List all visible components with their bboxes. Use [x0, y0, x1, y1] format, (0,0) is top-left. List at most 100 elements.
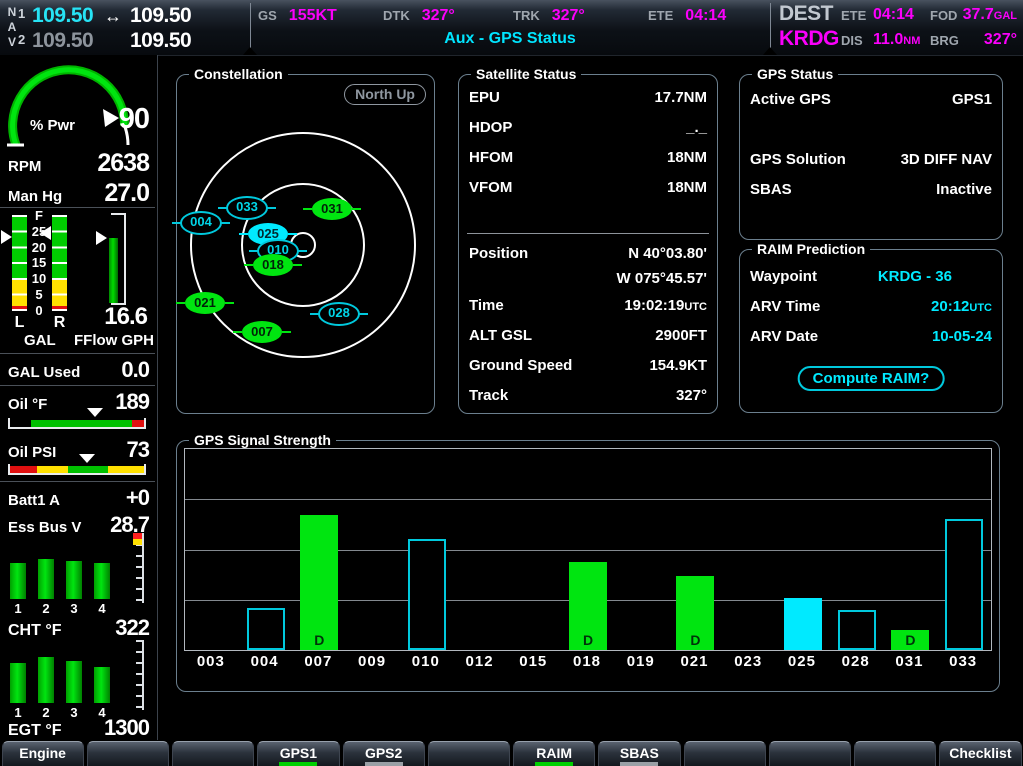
nav-label: N A V [6, 5, 18, 50]
dest-row-2: KRDG DIS 11.0NM BRG 327° [775, 27, 1021, 51]
divider [0, 385, 155, 386]
signal-bar-007: D [300, 515, 338, 650]
cht-value: 322 [115, 615, 149, 641]
north-up-indicator: North Up [344, 84, 426, 105]
hfom-row: HFOM 18NM [469, 149, 707, 166]
rpm-value: 2638 [97, 149, 149, 178]
altitude-label: ALT GSL [469, 327, 532, 344]
signal-x-label-009: 009 [345, 653, 399, 670]
dest-ete-label: ETE [841, 8, 866, 23]
satellite-pill-031: 031 [312, 198, 352, 220]
softkey-blank[interactable] [854, 741, 936, 766]
diff-corrected-label: D [891, 632, 929, 648]
position-label: Position [469, 245, 528, 262]
signal-bar-021: D [676, 576, 714, 650]
divider [467, 233, 709, 234]
nav-letter: V [6, 35, 18, 50]
softkey-blank[interactable] [172, 741, 254, 766]
page-title: Aux - GPS Status [250, 30, 770, 48]
cht-cylinder-number: 2 [38, 601, 54, 616]
nav-letter: A [6, 20, 18, 35]
dtk-label: DTK [383, 8, 410, 23]
diff-corrected-label: D [569, 632, 607, 648]
softkey-blank[interactable] [428, 741, 510, 766]
signal-bar-028 [838, 610, 876, 650]
softkey-indicator-green [279, 762, 317, 766]
egt-value: 1300 [104, 715, 149, 741]
gs-metric: GS 155KT [258, 7, 337, 25]
arv-time-label: ARV Time [750, 298, 820, 315]
signal-slot-021: D [669, 449, 723, 650]
softkey-sbas[interactable]: SBAS [598, 741, 680, 766]
oil-temp-value: 189 [115, 389, 149, 415]
topbar-divider [770, 3, 771, 55]
trk-value: 327° [552, 7, 585, 25]
satellite-id: 033 [236, 199, 258, 214]
signal-slot-018: D [561, 449, 615, 650]
cht-cylinder-number: 3 [66, 601, 82, 616]
fuel-unit-label: GAL [24, 332, 56, 349]
dest-row-1: DEST ETE 04:14 FOD 37.7GAL [775, 2, 1021, 26]
softkey-gps2[interactable]: GPS2 [343, 741, 425, 766]
vfom-value: 18NM [667, 179, 707, 196]
signal-x-label-019: 019 [614, 653, 668, 670]
fuel-flow-pointer [96, 231, 107, 245]
vfom-label: VFOM [469, 179, 512, 196]
signal-slot-004 [239, 449, 293, 650]
fuel-flow-bar [109, 238, 118, 303]
hfom-label: HFOM [469, 149, 513, 166]
fod-label: FOD [930, 8, 957, 23]
signal-x-label-028: 028 [829, 653, 883, 670]
active-gps-value: GPS1 [952, 91, 992, 108]
softkey-blank[interactable] [769, 741, 851, 766]
vfom-row: VFOM 18NM [469, 179, 707, 196]
egt-cylinder-bar [10, 663, 26, 703]
time-label: Time [469, 297, 504, 314]
cht-cylinder-number: 1 [10, 601, 26, 616]
altitude-row: ALT GSL 2900FT [469, 327, 707, 344]
softkey-blank[interactable] [87, 741, 169, 766]
gps-signal-strength-panel: GPS Signal Strength DDDD 003004007009010… [176, 440, 1000, 692]
trk-label: TRK [513, 8, 540, 23]
nav2-index: 2 [18, 32, 25, 47]
time-value: 19:02:19UTC [624, 297, 707, 314]
track-label: Track [469, 387, 508, 404]
gps-solution-row: GPS Solution 3D DIFF NAV [750, 151, 992, 168]
fod-value: 37.7GAL [963, 6, 1017, 24]
signal-slot-031: D [884, 449, 938, 650]
signal-x-label-018: 018 [560, 653, 614, 670]
softkey-gps1[interactable]: GPS1 [257, 741, 339, 766]
softkey-blank[interactable] [684, 741, 766, 766]
nav2-active-frequency: 109.50 [32, 29, 102, 53]
gs-value: 155KT [289, 7, 337, 25]
satellite-id: 004 [190, 214, 212, 229]
gal-used-value: 0.0 [121, 357, 149, 383]
fuel-tape-right [52, 215, 67, 311]
softkey-engine[interactable]: Engine [2, 741, 84, 766]
fuel-left-tag: L [12, 314, 27, 332]
signal-x-label-025: 025 [775, 653, 829, 670]
egt-scale [130, 640, 144, 710]
divider [0, 207, 155, 208]
softkey-checklist[interactable]: Checklist [939, 741, 1021, 766]
oil-temp-pointer [87, 408, 103, 417]
signal-x-label-007: 007 [291, 653, 345, 670]
brg-label: BRG [930, 33, 959, 48]
compute-raim-button[interactable]: Compute RAIM? [798, 366, 945, 391]
manifold-row: Man Hg 27.0 [8, 179, 149, 208]
manifold-label: Man Hg [8, 188, 62, 205]
cht-row: CHT °F 322 [8, 615, 149, 641]
satellite-id: 007 [251, 324, 273, 339]
cht-cylinder-bar [10, 563, 26, 599]
hfom-value: 18NM [667, 149, 707, 166]
active-gps-label: Active GPS [750, 91, 831, 108]
epu-row: EPU 17.7NM [469, 89, 707, 106]
arv-date-value: 10-05-24 [932, 328, 992, 345]
softkey-bar: Engine GPS1GPS2 RAIMSBAS Checklist [0, 740, 1023, 766]
position-latitude: N 40°03.80' [628, 245, 707, 262]
battery-label: Batt1 A [8, 492, 60, 509]
oil-psi-bar [8, 463, 146, 475]
position-longitude: W 075°45.57' [617, 270, 707, 287]
satellite-pill-028: 028 [318, 302, 360, 326]
softkey-raim[interactable]: RAIM [513, 741, 595, 766]
